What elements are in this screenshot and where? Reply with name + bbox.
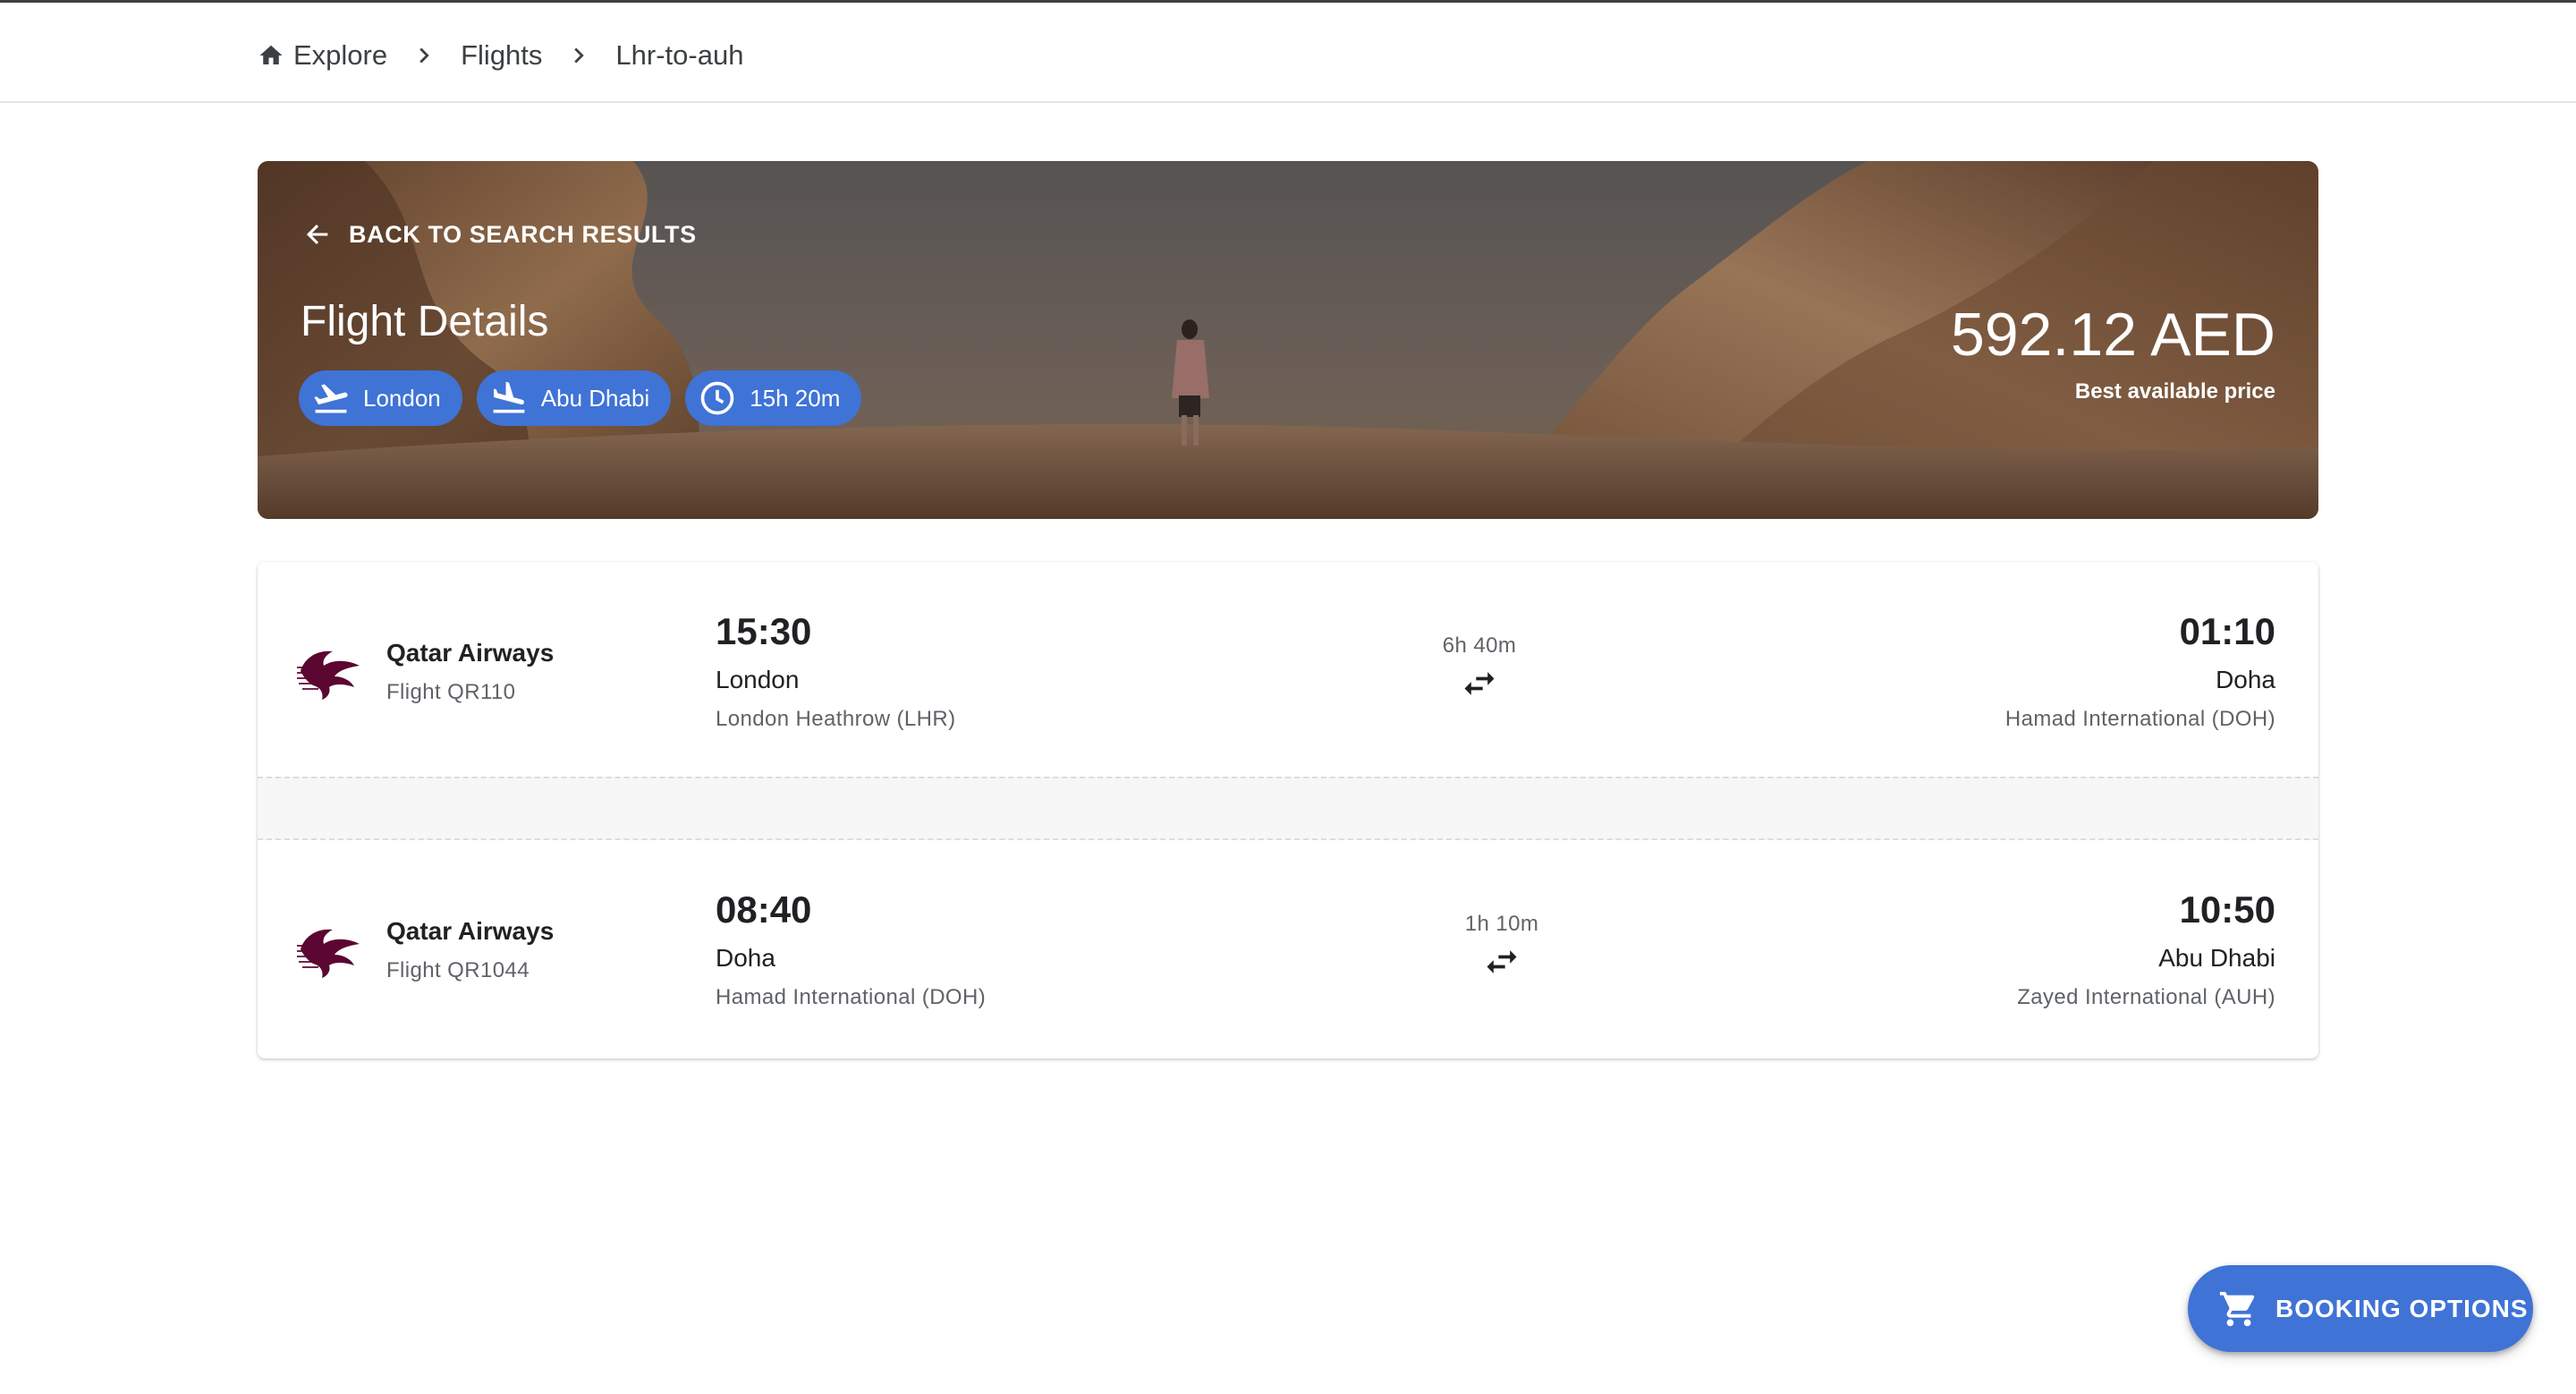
airline-info: Qatar Airways Flight QR110 bbox=[386, 639, 554, 705]
departure-time: 15:30 bbox=[716, 610, 812, 652]
qatar-airways-logo bbox=[297, 650, 360, 700]
arrival-time: 01:10 bbox=[2179, 610, 2275, 652]
airline-name: Qatar Airways bbox=[386, 639, 555, 667]
breadcrumb: Explore Flights Lhr-to-auh bbox=[258, 33, 743, 78]
destination-chip-label: Abu Dhabi bbox=[540, 384, 650, 412]
breadcrumb-flights-label: Flights bbox=[461, 39, 543, 71]
airline-info: Qatar Airways Flight QR1044 bbox=[386, 917, 554, 983]
arrival-city: Doha bbox=[2216, 666, 2275, 693]
breadcrumb-route-label: Lhr-to-auh bbox=[615, 39, 744, 71]
segment-duration: 6h 40m bbox=[1390, 633, 1569, 703]
price-label: Best available price bbox=[2074, 379, 2275, 404]
flight-land-icon bbox=[493, 381, 525, 413]
duration-label: 6h 40m bbox=[1442, 633, 1517, 658]
flight-takeoff-icon bbox=[314, 384, 348, 413]
price-value: 592.12 AED bbox=[1951, 301, 2275, 369]
chevron-right-icon bbox=[574, 47, 585, 64]
origin-chip-label: London bbox=[363, 384, 441, 412]
cart-icon bbox=[2219, 1291, 2255, 1326]
departure-city: Doha bbox=[716, 944, 775, 972]
arrival-info: 10:50 Abu Dhabi Zayed International (AUH… bbox=[2017, 888, 2275, 1010]
duration-chip: 15h 20m bbox=[685, 370, 862, 426]
price-block: 592.12 AED Best available price bbox=[1951, 304, 2275, 404]
flight-segment: Qatar Airways Flight QR110 15:30 London … bbox=[258, 562, 2318, 777]
departure-info: 15:30 London London Heathrow (LHR) bbox=[716, 610, 956, 732]
back-to-search-results-link[interactable]: BACK TO SEARCH RESULTS bbox=[302, 217, 697, 252]
departure-airport: Hamad International (DOH) bbox=[716, 985, 987, 1009]
breadcrumb-route[interactable]: Lhr-to-auh bbox=[615, 39, 743, 72]
layover-divider bbox=[258, 777, 2318, 840]
booking-options-button[interactable]: BOOKING OPTIONS bbox=[2188, 1265, 2533, 1352]
flight-number: Flight QR110 bbox=[386, 680, 516, 704]
home-icon bbox=[259, 45, 283, 64]
segment-duration: 1h 10m bbox=[1412, 912, 1591, 982]
flight-segment: Qatar Airways Flight QR1044 08:40 Doha H… bbox=[258, 840, 2318, 1058]
page-title: Flight Details bbox=[301, 298, 549, 345]
breadcrumb-bar: Explore Flights Lhr-to-auh bbox=[0, 0, 2576, 103]
arrival-airport: Hamad International (DOH) bbox=[2004, 707, 2275, 731]
destination-chip: Abu Dhabi bbox=[476, 370, 672, 426]
itinerary-card: Qatar Airways Flight QR110 15:30 London … bbox=[258, 562, 2318, 1058]
chevron-right-icon bbox=[419, 47, 429, 64]
flight-number: Flight QR1044 bbox=[386, 958, 530, 982]
departure-time: 08:40 bbox=[716, 888, 812, 931]
airline-name: Qatar Airways bbox=[386, 917, 555, 945]
clock-icon bbox=[700, 381, 734, 415]
origin-chip: London bbox=[299, 370, 462, 426]
duration-chip-label: 15h 20m bbox=[750, 384, 841, 412]
breadcrumb-explore[interactable]: Explore bbox=[258, 39, 387, 72]
swap-arrows-icon bbox=[1464, 672, 1495, 695]
departure-info: 08:40 Doha Hamad International (DOH) bbox=[716, 888, 986, 1010]
breadcrumb-flights[interactable]: Flights bbox=[461, 39, 542, 72]
arrival-airport: Zayed International (AUH) bbox=[2017, 985, 2275, 1009]
arrow-left-icon bbox=[306, 224, 328, 245]
flight-details-page: Explore Flights Lhr-to-auh BACK TO SEARC… bbox=[0, 0, 2576, 1394]
arrival-time: 10:50 bbox=[2179, 888, 2275, 931]
breadcrumb-explore-label: Explore bbox=[293, 39, 388, 71]
duration-label: 1h 10m bbox=[1464, 912, 1539, 936]
arrival-city: Abu Dhabi bbox=[2158, 944, 2275, 972]
departure-city: London bbox=[716, 666, 800, 693]
booking-options-label: BOOKING OPTIONS bbox=[2275, 1294, 2529, 1322]
route-summary-chips: London Abu Dhabi 15h 20m bbox=[299, 370, 862, 426]
departure-airport: London Heathrow (LHR) bbox=[716, 707, 956, 731]
swap-arrows-icon bbox=[1487, 950, 1517, 973]
back-label: BACK TO SEARCH RESULTS bbox=[349, 220, 697, 248]
qatar-airways-logo bbox=[297, 929, 360, 978]
arrival-info: 01:10 Doha Hamad International (DOH) bbox=[2005, 610, 2275, 732]
hero-banner: BACK TO SEARCH RESULTS Flight Details Lo… bbox=[258, 161, 2318, 519]
